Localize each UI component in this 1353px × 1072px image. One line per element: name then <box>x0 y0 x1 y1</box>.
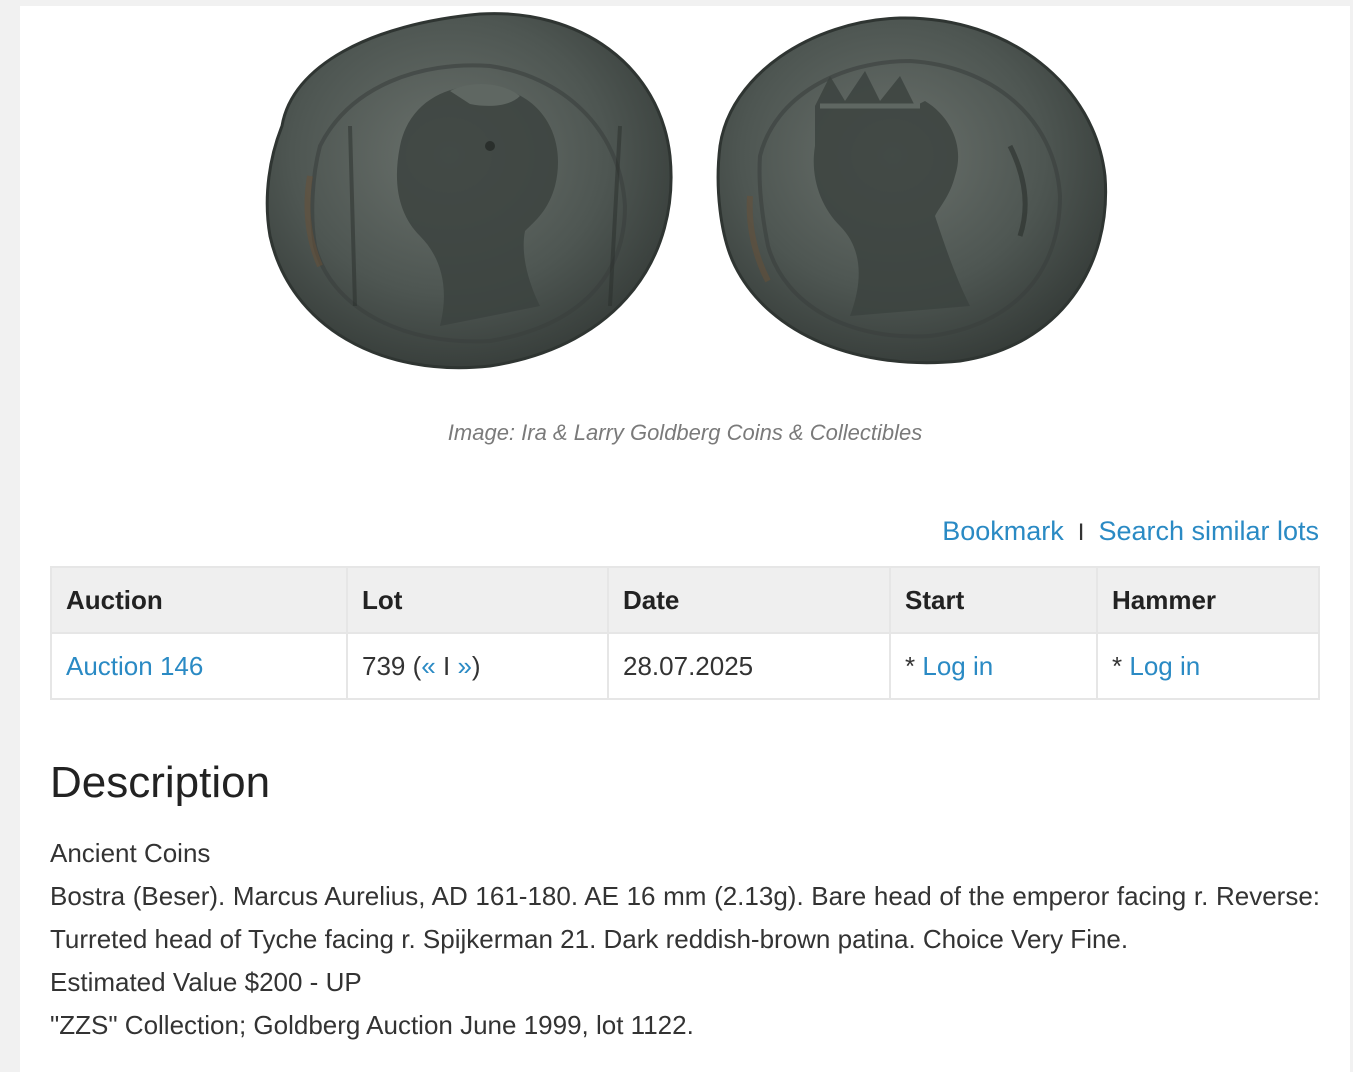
description-provenance: "ZZS" Collection; Goldberg Auction June … <box>50 1010 694 1040</box>
reverse-coin <box>716 16 1108 365</box>
lot-nav-separator: I <box>442 650 451 681</box>
action-separator: I <box>1077 519 1085 546</box>
obverse-coin <box>265 12 673 370</box>
header-start: Start <box>889 566 1098 634</box>
description-category: Ancient Coins <box>50 838 211 868</box>
lot-page: Image: Ira & Larry Goldberg Coins & Coll… <box>20 6 1350 1072</box>
start-prefix: * <box>905 650 916 681</box>
auction-link[interactable]: Auction 146 <box>66 651 203 681</box>
image-credit: Image: Ira & Larry Goldberg Coins & Coll… <box>447 420 923 445</box>
hammer-login-link[interactable]: Log in <box>1129 651 1200 681</box>
header-hammer: Hammer <box>1096 566 1320 634</box>
cell-auction: Auction 146 <box>50 632 348 700</box>
cell-start: * Log in <box>889 632 1098 700</box>
description-estimate: Estimated Value $200 - UP <box>50 967 362 997</box>
prev-lot-link[interactable]: « <box>421 651 435 681</box>
table-header-row: Auction Lot Date Start Hammer <box>50 566 1320 634</box>
lot-table: Auction Lot Date Start Hammer Auction 14… <box>50 566 1320 700</box>
description-title: Description <box>50 758 271 807</box>
cell-lot: 739 (« I ») <box>346 632 609 700</box>
next-lot-link[interactable]: » <box>457 651 471 681</box>
hammer-prefix: * <box>1112 650 1123 681</box>
header-lot: Lot <box>346 566 609 634</box>
bookmark-link[interactable]: Bookmark <box>942 516 1064 546</box>
cell-hammer: * Log in <box>1096 632 1320 700</box>
table-row: Auction 146 739 (« I ») 28.07.2025 * Log… <box>50 632 1320 700</box>
cell-date: 28.07.2025 <box>607 632 891 700</box>
coin-photo <box>265 12 1108 370</box>
description-body: Ancient Coins Bostra (Beser). Marcus Aur… <box>50 832 1320 1047</box>
header-date: Date <box>607 566 891 634</box>
lot-number: 739 <box>362 650 406 681</box>
description-text: Bostra (Beser). Marcus Aurelius, AD 161-… <box>50 881 1320 954</box>
header-auction: Auction <box>50 566 348 634</box>
search-similar-link[interactable]: Search similar lots <box>1098 516 1319 546</box>
coin-image[interactable] <box>20 6 1350 406</box>
lot-actions: Bookmark I Search similar lots <box>942 516 1319 547</box>
start-login-link[interactable]: Log in <box>922 651 993 681</box>
